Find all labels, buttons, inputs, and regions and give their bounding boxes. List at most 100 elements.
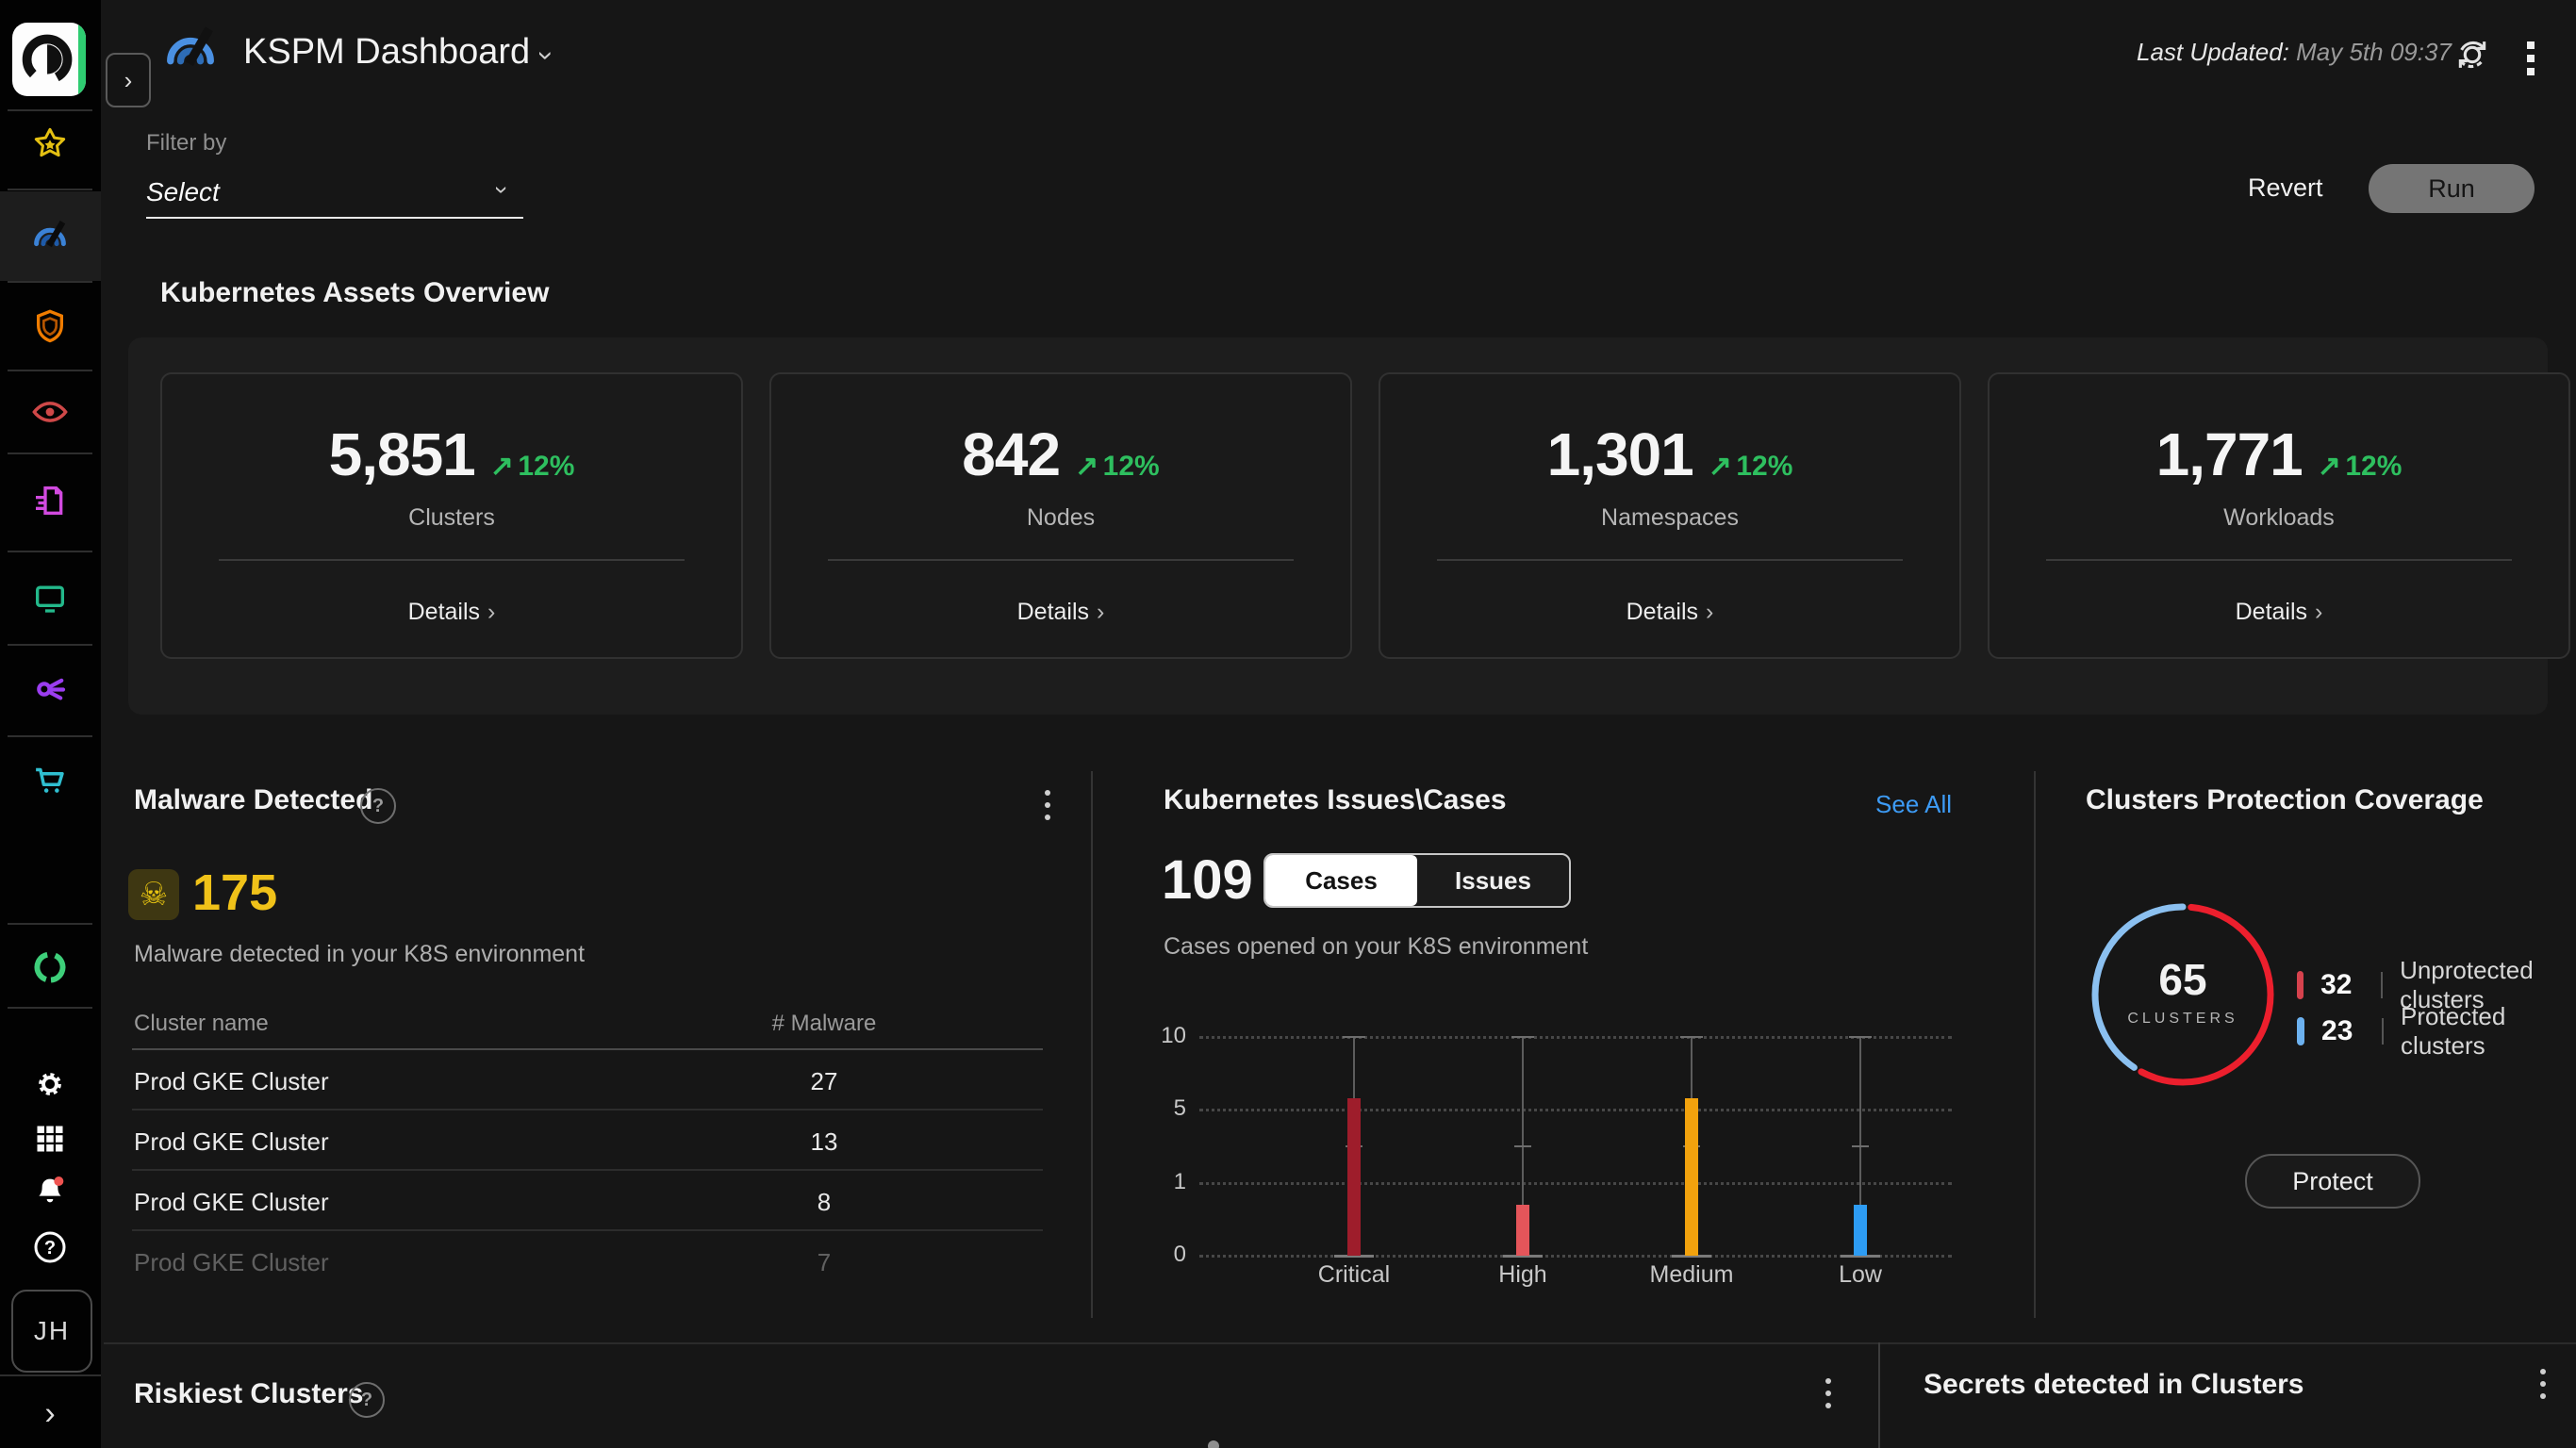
- whisker-top-cap: [1343, 1036, 1365, 1038]
- table-row-malware-count: 27: [810, 1067, 838, 1095]
- user-avatar[interactable]: JH: [11, 1290, 92, 1373]
- secrets-kebab-menu[interactable]: [2540, 1369, 2546, 1399]
- chevron-right-icon: ›: [1097, 599, 1105, 625]
- coverage-total-label: CLUSTERS: [2127, 1011, 2238, 1027]
- stat-label: Namespaces: [1601, 504, 1739, 531]
- sidebar-item-apps[interactable]: [33, 1122, 67, 1156]
- table-divider: [132, 1229, 1043, 1231]
- x-axis-category-label: Medium: [1649, 1261, 1734, 1288]
- sidebar-item-notifications[interactable]: [31, 1173, 69, 1210]
- gauge-dashboard-icon: [34, 220, 66, 248]
- gauge-dashboard-icon: [167, 26, 214, 66]
- sidebar-divider: [0, 1374, 101, 1376]
- protect-button[interactable]: Protect: [2245, 1154, 2420, 1209]
- page-icon: [158, 17, 223, 86]
- malware-help-icon[interactable]: ?: [360, 788, 396, 824]
- severity-bar-medium: [1685, 1097, 1698, 1256]
- section-divider: [2034, 771, 2036, 1318]
- shield-icon: [37, 309, 63, 343]
- dashboard-switcher-chevron-icon[interactable]: ›: [530, 51, 562, 60]
- svg-text:?: ?: [44, 1238, 56, 1259]
- y-axis-tick-label: 10: [1161, 1023, 1186, 1048]
- sidebar-item-reports[interactable]: [31, 482, 69, 519]
- details-link[interactable]: Details ›: [1380, 599, 1959, 626]
- coverage-section-title: Clusters Protection Coverage: [2086, 784, 2484, 815]
- stat-delta: 12%: [518, 451, 575, 482]
- riskiest-kebab-menu[interactable]: [1825, 1378, 1831, 1408]
- sidebar-item-ring-logo[interactable]: [29, 946, 71, 988]
- refresh-icon: [2458, 41, 2486, 69]
- tab-issues[interactable]: Issues: [1417, 855, 1569, 906]
- whisker-top-cap: [1680, 1036, 1703, 1038]
- range-whisker: [1859, 1037, 1861, 1256]
- card-divider: [1437, 559, 1903, 561]
- issues-count: 109: [1162, 849, 1253, 911]
- last-updated-label: Last Updated:: [2137, 38, 2289, 66]
- last-updated: Last Updated: May 5th 09:37: [2137, 38, 2452, 67]
- details-link[interactable]: Details ›: [1990, 599, 2568, 626]
- refresh-button[interactable]: [2452, 34, 2493, 80]
- issues-section-title: Kubernetes Issues\Cases: [1164, 784, 1507, 815]
- gear-icon: [39, 1073, 61, 1095]
- sidebar-divider: [8, 281, 92, 283]
- sidebar-item-marketplace[interactable]: [30, 760, 70, 799]
- riskiest-help-icon[interactable]: ?: [349, 1382, 385, 1418]
- sidebar: ? JH ›: [0, 0, 101, 1448]
- table-divider: [132, 1048, 1043, 1050]
- stat-card-workloads: 1,771 ↗ 12% Workloads Details ›: [1988, 372, 2570, 659]
- sidebar-item-monitor[interactable]: [31, 579, 69, 617]
- trend-up-icon: ↗: [1708, 451, 1732, 482]
- cart-icon: [36, 767, 64, 793]
- x-axis-category-label: High: [1498, 1261, 1547, 1288]
- table-row-cluster-name[interactable]: Prod GKE Cluster: [134, 1248, 329, 1277]
- table-row-malware-count: 8: [817, 1188, 832, 1216]
- run-button[interactable]: Run: [2369, 164, 2535, 213]
- malware-badge: ☠: [128, 869, 179, 920]
- panel-expand-button[interactable]: ›: [106, 53, 151, 107]
- skull-icon: ☠: [139, 876, 169, 913]
- whisker-mid-tick: [1852, 1145, 1869, 1147]
- see-all-link[interactable]: See All: [1858, 790, 1952, 819]
- details-link[interactable]: Details ›: [162, 599, 741, 626]
- sidebar-item-shield[interactable]: [31, 307, 69, 345]
- whisker-mid-tick: [1683, 1145, 1700, 1147]
- header-kebab-menu[interactable]: [2527, 41, 2535, 75]
- product-logo[interactable]: [12, 23, 86, 96]
- sidebar-item-kspm-dashboard[interactable]: [28, 214, 72, 257]
- stat-label: Workloads: [2223, 504, 2335, 531]
- sidebar-item-eye[interactable]: [30, 392, 70, 432]
- malware-kebab-menu[interactable]: [1045, 790, 1050, 820]
- sidebar-item-star[interactable]: [31, 125, 69, 163]
- trend-up-icon: ↗: [2317, 451, 2341, 482]
- range-whisker: [1522, 1037, 1524, 1256]
- section-divider: [1878, 1342, 1880, 1448]
- legend-separator: [2382, 1018, 2385, 1045]
- revert-button[interactable]: Revert: [2248, 173, 2323, 203]
- legend-value: 23: [2321, 1015, 2353, 1046]
- sidebar-item-connections[interactable]: [30, 669, 70, 709]
- x-axis-category-label: Low: [1839, 1261, 1882, 1288]
- table-row-cluster-name[interactable]: Prod GKE Cluster: [134, 1188, 329, 1217]
- riskiest-section-title: Riskiest Clusters: [134, 1378, 364, 1409]
- filter-select-input[interactable]: Select ›: [146, 172, 523, 219]
- whisker-base-cap: [1503, 1255, 1543, 1258]
- details-link[interactable]: Details ›: [771, 599, 1350, 626]
- table-divider: [132, 1109, 1043, 1111]
- stat-value: 842: [962, 420, 1061, 488]
- sidebar-divider: [8, 923, 92, 925]
- sidebar-expand-chevron[interactable]: ›: [44, 1396, 55, 1433]
- stat-label: Clusters: [408, 504, 495, 531]
- table-header-cluster-name: Cluster name: [134, 1011, 269, 1036]
- sidebar-item-settings[interactable]: [32, 1066, 68, 1102]
- last-updated-value: May 5th 09:37: [2296, 38, 2452, 66]
- stat-delta: 12%: [2345, 451, 2403, 482]
- filter-by-label: Filter by: [146, 130, 227, 156]
- sidebar-divider: [8, 644, 92, 646]
- whisker-base-cap: [1334, 1255, 1374, 1258]
- stat-delta: 12%: [1736, 451, 1793, 482]
- table-row-cluster-name[interactable]: Prod GKE Cluster: [134, 1127, 329, 1157]
- tab-cases[interactable]: Cases: [1265, 855, 1417, 906]
- severity-bar-critical: [1347, 1097, 1361, 1256]
- sidebar-item-help[interactable]: ?: [31, 1228, 69, 1266]
- table-row-cluster-name[interactable]: Prod GKE Cluster: [134, 1067, 329, 1096]
